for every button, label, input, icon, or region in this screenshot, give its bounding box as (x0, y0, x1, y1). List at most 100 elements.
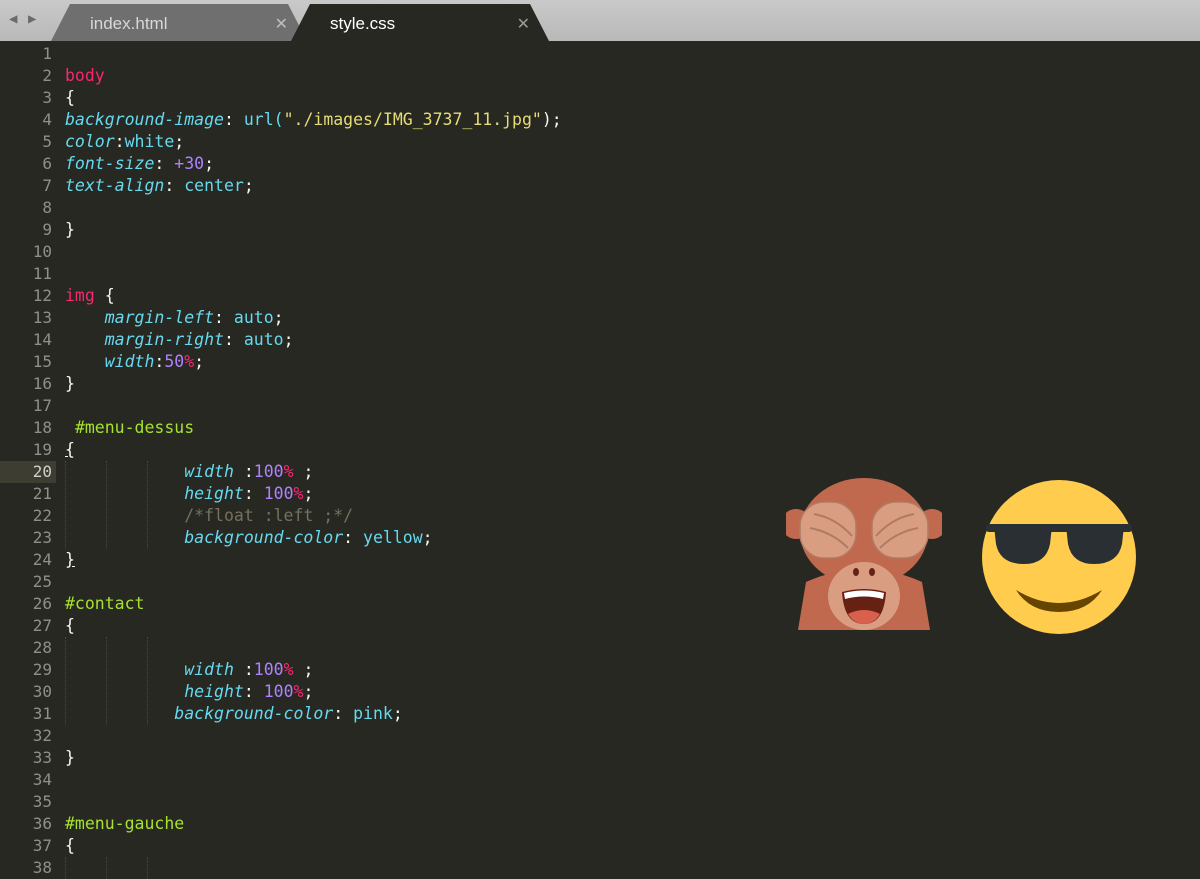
line-number: 19 (32, 440, 52, 459)
css-property: color (65, 132, 115, 151)
close-icon[interactable]: ✕ (275, 14, 288, 34)
tab-label: index.html (90, 14, 168, 33)
css-value: auto (243, 330, 284, 349)
css-property: background-color (184, 528, 344, 547)
line-number: 34 (32, 770, 52, 789)
line-number: 6 (42, 154, 52, 173)
line-number: 31 (32, 704, 52, 723)
css-property: background-image (65, 110, 224, 129)
code-line-9: } (65, 220, 75, 239)
code-line-21: height: 100%; (184, 484, 314, 503)
css-selector: body (65, 66, 105, 85)
code-line-5: color:white; (65, 132, 185, 151)
css-function: url( (243, 110, 284, 129)
code-line-24: } (65, 550, 75, 569)
css-property: height (184, 484, 244, 503)
line-number: 10 (32, 242, 52, 261)
code-line-15: width:50%; (104, 352, 205, 371)
code-line-14: margin-right: auto; (104, 330, 294, 349)
css-property: background-color (174, 704, 334, 723)
css-property: text-align (65, 176, 165, 195)
css-value: pink (353, 704, 393, 723)
forward-arrow-icon[interactable]: ▶ (28, 11, 36, 27)
smiling-face-with-sunglasses-icon (982, 480, 1136, 634)
code-line-20: width :100% ; (184, 462, 314, 481)
line-number: 12 (32, 286, 52, 305)
css-number: 100 (253, 660, 284, 679)
line-number: 27 (32, 616, 52, 635)
line-number: 9 (42, 220, 52, 239)
line-number: 8 (42, 198, 52, 217)
css-punctuation: ); (541, 110, 562, 129)
css-property: margin-right (104, 330, 224, 349)
code-line-7: text-align: center; (65, 176, 254, 195)
code-line-29: width :100% ; (184, 660, 314, 679)
code-line-23: background-color: yellow; (184, 528, 433, 547)
tab-index-html[interactable]: index.html ✕ (50, 4, 308, 43)
css-property: width (184, 660, 234, 679)
code-line-6: font-size: +30; (65, 154, 215, 173)
tab-label: style.css (330, 14, 396, 33)
css-number: 50 (164, 352, 185, 371)
tab-bar: ◀ ▶ index.html ✕ style.css ✕ (0, 0, 1200, 43)
line-number: 32 (32, 726, 52, 745)
css-property: height (184, 682, 244, 701)
code-line-26: #contact (65, 593, 144, 615)
code-line-30: height: 100%; (184, 682, 314, 701)
css-number: 100 (253, 462, 284, 481)
line-number: 5 (42, 132, 52, 151)
css-string: "./images/IMG_3737_11.jpg" (283, 110, 542, 129)
line-number: 13 (32, 308, 52, 327)
code-line-22: /*float :left ;*/ (65, 505, 353, 527)
line-number: 11 (32, 264, 52, 283)
code-line-19: { (65, 440, 75, 459)
css-value: center (184, 176, 244, 195)
line-number: 37 (32, 836, 52, 855)
line-number: 3 (42, 88, 52, 107)
line-number: 26 (32, 594, 52, 613)
line-number: 30 (32, 682, 52, 701)
line-number: 23 (32, 528, 52, 547)
see-no-evil-monkey-icon (786, 478, 942, 630)
line-number: 20 (32, 462, 52, 481)
line-number: 35 (32, 792, 52, 811)
line-number: 33 (32, 748, 52, 767)
line-number: 38 (32, 858, 52, 877)
css-comment: /*float :left ;*/ (184, 506, 354, 525)
line-number: 25 (32, 572, 52, 591)
code-line-2: body (65, 65, 105, 87)
css-id-selector: #menu-dessus (74, 418, 195, 437)
line-number-gutter: 1 2 3 4 5 6 7 8 9 10 11 12 13 14 15 16 17 18 19 20 21 22 23 24 2… (0, 43, 52, 879)
css-id-selector: #contact (65, 594, 145, 613)
line-number: 16 (32, 374, 52, 393)
code-line-27: { (65, 616, 75, 635)
css-property: font-size (65, 154, 155, 173)
css-property: margin-left (104, 308, 215, 327)
line-number: 18 (32, 418, 52, 437)
line-number: 24 (32, 550, 52, 569)
css-value: auto (233, 308, 274, 327)
code-line-37: { (65, 836, 75, 855)
code-line-36: #menu-gauche (65, 813, 184, 835)
code-line-33: } (65, 748, 75, 767)
tab-style-css[interactable]: style.css ✕ (290, 4, 550, 43)
line-number: 21 (32, 484, 52, 503)
line-number: 28 (32, 638, 52, 657)
close-icon[interactable]: ✕ (517, 14, 530, 34)
back-arrow-icon[interactable]: ◀ (9, 11, 17, 27)
code-line-4: background-image: url("./images/IMG_3737… (65, 110, 562, 129)
code-line-13: margin-left: auto; (104, 308, 284, 327)
code-editor[interactable]: 1 2 3 4 5 6 7 8 9 10 11 12 13 14 15 16 17 18 19 20 21 22 23 24 2… (0, 43, 1200, 879)
css-value: white (124, 132, 175, 151)
line-number: 17 (32, 396, 52, 415)
line-number: 15 (32, 352, 52, 371)
css-property: width (104, 352, 155, 371)
css-selector: img (65, 286, 95, 305)
line-number: 14 (32, 330, 52, 349)
line-number: 7 (42, 176, 52, 195)
line-number: 22 (32, 506, 52, 525)
code-line-12: img { (65, 286, 115, 305)
css-value: yellow (363, 528, 423, 547)
code-line-18: #menu-dessus (65, 417, 194, 439)
code-line-31: background-color: pink; (174, 704, 403, 723)
